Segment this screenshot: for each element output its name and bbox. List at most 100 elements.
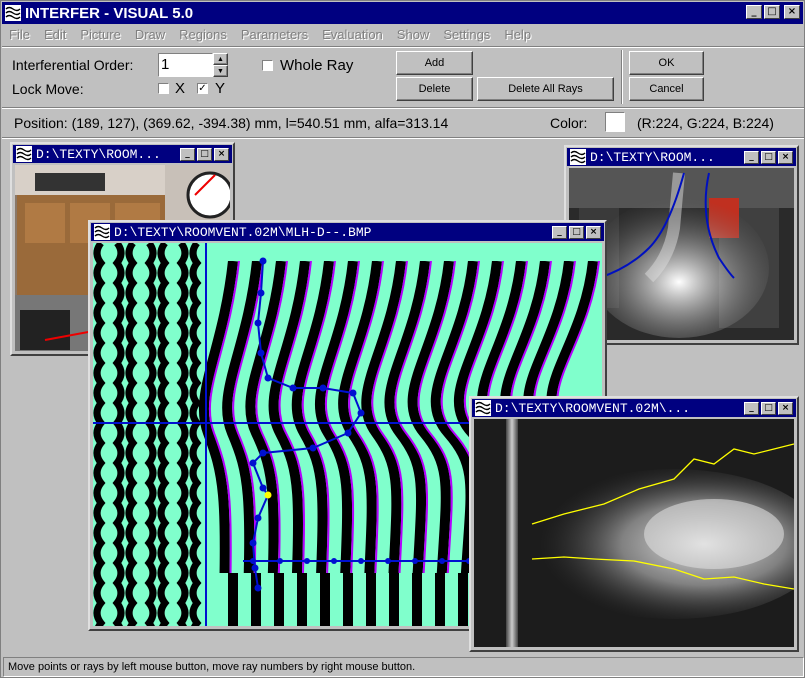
- ray-point: [331, 558, 337, 564]
- ray-point: [257, 349, 265, 357]
- fringe-left: [144, 243, 157, 626]
- menu-show[interactable]: Show: [390, 25, 437, 45]
- lock-x-label: X: [175, 80, 186, 97]
- interfer-wave-icon: [94, 224, 110, 240]
- fringe-left: [125, 243, 138, 626]
- maximize-icon[interactable]: □: [197, 148, 212, 161]
- ray-point: [309, 444, 317, 452]
- ok-button[interactable]: OK: [629, 51, 704, 75]
- maximize-icon[interactable]: □: [761, 402, 776, 415]
- lock-move-label: Lock Move:: [12, 81, 84, 97]
- interfer-wave-icon: [475, 400, 491, 416]
- maximize-icon[interactable]: □: [761, 151, 776, 164]
- position-readout: Position: (189, 127), (369.62, -394.38) …: [14, 115, 449, 131]
- menu-help[interactable]: Help: [497, 25, 538, 45]
- ray-point: [259, 484, 267, 492]
- smoke-image: [474, 419, 794, 647]
- ray-point: [277, 558, 283, 564]
- ray-point: [254, 584, 262, 592]
- left-photo-titlebar[interactable]: D:\TEXTY\ROOM... _ □ ×: [13, 145, 232, 163]
- order-input[interactable]: 1: [158, 53, 213, 77]
- ray-point: [249, 539, 257, 547]
- color-value: (R:224, G:224, B:224): [637, 115, 774, 131]
- smoke-window[interactable]: D:\TEXTY\ROOMVENT.02M\... _ □ ×: [469, 396, 799, 652]
- close-icon[interactable]: ×: [214, 148, 229, 161]
- close-icon[interactable]: ×: [778, 402, 793, 415]
- toolbar-divider: [621, 50, 623, 104]
- menu-settings[interactable]: Settings: [436, 25, 497, 45]
- app-title: INTERFER - VISUAL 5.0: [25, 4, 194, 22]
- order-value: 1: [161, 56, 170, 73]
- ray-point: [412, 558, 418, 564]
- menu-bar: File Edit Picture Draw Regions Parameter…: [2, 25, 804, 45]
- fringe-left: [93, 243, 106, 626]
- fringe-left: [112, 243, 125, 626]
- menu-evaluation[interactable]: Evaluation: [315, 25, 390, 45]
- interferogram-title: D:\TEXTY\ROOMVENT.02M\MLH-D--.BMP: [114, 224, 372, 240]
- ray-point: [385, 558, 391, 564]
- whole-ray-label: Whole Ray: [280, 57, 354, 74]
- maximize-icon[interactable]: □: [764, 5, 780, 19]
- status-bar: Move points or rays by left mouse button…: [3, 657, 804, 677]
- smoke-titlebar[interactable]: D:\TEXTY\ROOMVENT.02M\... _ □ ×: [472, 399, 796, 417]
- menu-file[interactable]: File: [2, 25, 37, 45]
- interfer-wave-icon: [5, 5, 21, 21]
- delete-all-rays-button[interactable]: Delete All Rays: [477, 77, 614, 101]
- order-label: Interferential Order:: [12, 57, 134, 73]
- lock-y-checkbox[interactable]: ✓: [197, 83, 208, 94]
- fringe-left: [157, 243, 170, 626]
- ray-point: [254, 319, 262, 327]
- order-up-button[interactable]: ▲: [213, 53, 228, 65]
- cancel-button[interactable]: Cancel: [629, 77, 704, 101]
- ray-point: [249, 459, 257, 467]
- close-icon[interactable]: ×: [586, 226, 601, 239]
- app-window: INTERFER - VISUAL 5.0 _ □ × File Edit Pi…: [0, 0, 805, 678]
- ray-point: [264, 374, 272, 382]
- info-separator: [2, 137, 804, 139]
- ray-point: [304, 558, 310, 564]
- ray-point: [264, 491, 272, 499]
- ray-point: [259, 449, 267, 457]
- close-icon[interactable]: ×: [778, 151, 793, 164]
- ray-point: [250, 558, 256, 564]
- close-icon[interactable]: ×: [784, 5, 800, 19]
- menu-parameters[interactable]: Parameters: [234, 25, 315, 45]
- interfer-wave-icon: [16, 146, 32, 162]
- menu-separator: [2, 46, 804, 48]
- ray-point: [259, 257, 267, 265]
- ray-point: [358, 558, 364, 564]
- minimize-icon[interactable]: _: [552, 226, 567, 239]
- right-photo-titlebar[interactable]: D:\TEXTY\ROOM... _ □ ×: [567, 148, 796, 166]
- menu-edit[interactable]: Edit: [37, 25, 73, 45]
- minimize-icon[interactable]: _: [744, 402, 759, 415]
- app-titlebar[interactable]: INTERFER - VISUAL 5.0 _ □ ×: [2, 2, 803, 24]
- order-down-button[interactable]: ▼: [213, 65, 228, 77]
- maximize-icon[interactable]: □: [569, 226, 584, 239]
- right-photo-title: D:\TEXTY\ROOM...: [590, 149, 715, 165]
- delete-button[interactable]: Delete: [396, 77, 473, 101]
- minimize-icon[interactable]: _: [746, 5, 762, 19]
- color-label: Color:: [550, 115, 588, 131]
- minimize-icon[interactable]: _: [744, 151, 759, 164]
- ray-point: [251, 564, 259, 572]
- lock-x-checkbox[interactable]: [158, 83, 169, 94]
- ray-point: [349, 389, 357, 397]
- interfer-wave-icon: [570, 149, 586, 165]
- ray-point: [254, 514, 262, 522]
- add-button[interactable]: Add: [396, 51, 473, 75]
- ray-point: [257, 289, 265, 297]
- menu-draw[interactable]: Draw: [128, 25, 172, 45]
- lock-y-label: Y: [215, 80, 226, 97]
- color-swatch: [605, 112, 625, 132]
- menu-regions[interactable]: Regions: [172, 25, 234, 45]
- ray-point: [319, 384, 327, 392]
- interferogram-titlebar[interactable]: D:\TEXTY\ROOMVENT.02M\MLH-D--.BMP _ □ ×: [91, 223, 604, 241]
- fringe-left: [189, 243, 202, 626]
- left-photo-title: D:\TEXTY\ROOM...: [36, 146, 161, 162]
- minimize-icon[interactable]: _: [180, 148, 195, 161]
- menu-picture[interactable]: Picture: [73, 25, 127, 45]
- ray-point: [289, 384, 297, 392]
- smoke-title: D:\TEXTY\ROOMVENT.02M\...: [495, 400, 691, 416]
- whole-ray-checkbox[interactable]: [262, 60, 273, 71]
- controls-separator: [2, 107, 804, 109]
